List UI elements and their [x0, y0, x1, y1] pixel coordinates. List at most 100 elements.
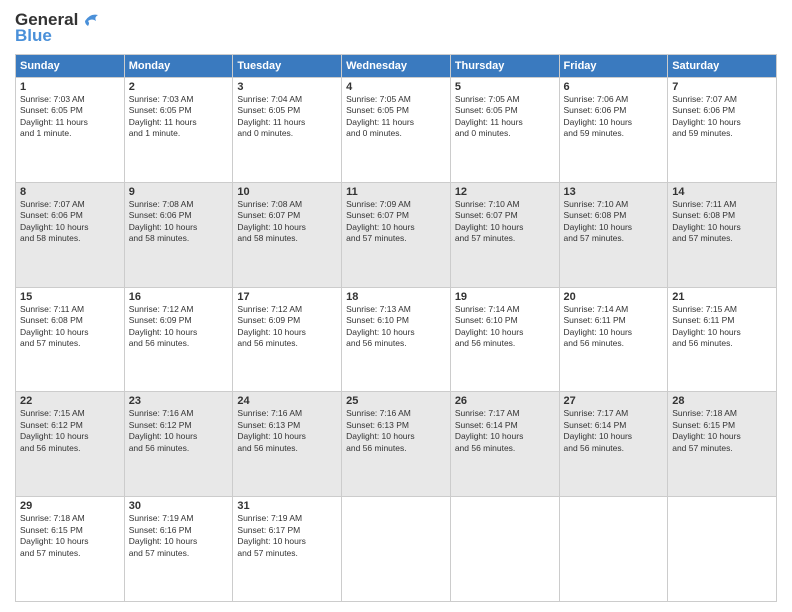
- week-row-5: 29Sunrise: 7:18 AMSunset: 6:15 PMDayligh…: [16, 497, 777, 602]
- day-cell: 4Sunrise: 7:05 AMSunset: 6:05 PMDaylight…: [342, 78, 451, 183]
- day-info: Sunrise: 7:05 AMSunset: 6:05 PMDaylight:…: [346, 94, 446, 140]
- day-cell: 16Sunrise: 7:12 AMSunset: 6:09 PMDayligh…: [124, 287, 233, 392]
- day-cell: 15Sunrise: 7:11 AMSunset: 6:08 PMDayligh…: [16, 287, 125, 392]
- day-number: 7: [672, 81, 772, 93]
- day-info: Sunrise: 7:15 AMSunset: 6:12 PMDaylight:…: [20, 408, 120, 454]
- day-cell: 21Sunrise: 7:15 AMSunset: 6:11 PMDayligh…: [668, 287, 777, 392]
- day-number: 16: [129, 291, 229, 303]
- day-number: 19: [455, 291, 555, 303]
- day-info: Sunrise: 7:12 AMSunset: 6:09 PMDaylight:…: [129, 304, 229, 350]
- week-row-1: 1Sunrise: 7:03 AMSunset: 6:05 PMDaylight…: [16, 78, 777, 183]
- day-header-tuesday: Tuesday: [233, 55, 342, 78]
- day-cell: 12Sunrise: 7:10 AMSunset: 6:07 PMDayligh…: [450, 182, 559, 287]
- day-cell: 26Sunrise: 7:17 AMSunset: 6:14 PMDayligh…: [450, 392, 559, 497]
- day-info: Sunrise: 7:17 AMSunset: 6:14 PMDaylight:…: [455, 408, 555, 454]
- day-header-monday: Monday: [124, 55, 233, 78]
- day-info: Sunrise: 7:11 AMSunset: 6:08 PMDaylight:…: [672, 199, 772, 245]
- day-number: 1: [20, 81, 120, 93]
- day-header-saturday: Saturday: [668, 55, 777, 78]
- day-info: Sunrise: 7:12 AMSunset: 6:09 PMDaylight:…: [237, 304, 337, 350]
- day-cell: 24Sunrise: 7:16 AMSunset: 6:13 PMDayligh…: [233, 392, 342, 497]
- day-cell: 9Sunrise: 7:08 AMSunset: 6:06 PMDaylight…: [124, 182, 233, 287]
- day-number: 13: [564, 186, 664, 198]
- day-cell: 6Sunrise: 7:06 AMSunset: 6:06 PMDaylight…: [559, 78, 668, 183]
- day-info: Sunrise: 7:03 AMSunset: 6:05 PMDaylight:…: [20, 94, 120, 140]
- day-info: Sunrise: 7:03 AMSunset: 6:05 PMDaylight:…: [129, 94, 229, 140]
- day-header-thursday: Thursday: [450, 55, 559, 78]
- day-number: 15: [20, 291, 120, 303]
- day-info: Sunrise: 7:10 AMSunset: 6:08 PMDaylight:…: [564, 199, 664, 245]
- logo-bird-icon: [80, 11, 102, 29]
- logo: General Blue: [15, 10, 102, 46]
- day-number: 14: [672, 186, 772, 198]
- day-cell: 7Sunrise: 7:07 AMSunset: 6:06 PMDaylight…: [668, 78, 777, 183]
- day-number: 12: [455, 186, 555, 198]
- day-cell: [342, 497, 451, 602]
- day-info: Sunrise: 7:13 AMSunset: 6:10 PMDaylight:…: [346, 304, 446, 350]
- day-number: 25: [346, 395, 446, 407]
- day-info: Sunrise: 7:19 AMSunset: 6:17 PMDaylight:…: [237, 513, 337, 559]
- day-header-wednesday: Wednesday: [342, 55, 451, 78]
- week-row-4: 22Sunrise: 7:15 AMSunset: 6:12 PMDayligh…: [16, 392, 777, 497]
- week-row-3: 15Sunrise: 7:11 AMSunset: 6:08 PMDayligh…: [16, 287, 777, 392]
- day-cell: 14Sunrise: 7:11 AMSunset: 6:08 PMDayligh…: [668, 182, 777, 287]
- day-info: Sunrise: 7:19 AMSunset: 6:16 PMDaylight:…: [129, 513, 229, 559]
- day-info: Sunrise: 7:16 AMSunset: 6:13 PMDaylight:…: [237, 408, 337, 454]
- day-cell: [668, 497, 777, 602]
- day-cell: [450, 497, 559, 602]
- day-number: 30: [129, 500, 229, 512]
- day-number: 28: [672, 395, 772, 407]
- logo-blue: Blue: [15, 26, 52, 46]
- day-cell: 8Sunrise: 7:07 AMSunset: 6:06 PMDaylight…: [16, 182, 125, 287]
- day-info: Sunrise: 7:18 AMSunset: 6:15 PMDaylight:…: [672, 408, 772, 454]
- day-number: 4: [346, 81, 446, 93]
- day-cell: 11Sunrise: 7:09 AMSunset: 6:07 PMDayligh…: [342, 182, 451, 287]
- day-cell: 2Sunrise: 7:03 AMSunset: 6:05 PMDaylight…: [124, 78, 233, 183]
- day-cell: 22Sunrise: 7:15 AMSunset: 6:12 PMDayligh…: [16, 392, 125, 497]
- day-number: 10: [237, 186, 337, 198]
- day-cell: 25Sunrise: 7:16 AMSunset: 6:13 PMDayligh…: [342, 392, 451, 497]
- day-number: 2: [129, 81, 229, 93]
- day-cell: 31Sunrise: 7:19 AMSunset: 6:17 PMDayligh…: [233, 497, 342, 602]
- day-number: 26: [455, 395, 555, 407]
- day-number: 3: [237, 81, 337, 93]
- day-cell: 19Sunrise: 7:14 AMSunset: 6:10 PMDayligh…: [450, 287, 559, 392]
- day-info: Sunrise: 7:14 AMSunset: 6:11 PMDaylight:…: [564, 304, 664, 350]
- day-info: Sunrise: 7:18 AMSunset: 6:15 PMDaylight:…: [20, 513, 120, 559]
- day-cell: 13Sunrise: 7:10 AMSunset: 6:08 PMDayligh…: [559, 182, 668, 287]
- day-number: 22: [20, 395, 120, 407]
- day-info: Sunrise: 7:05 AMSunset: 6:05 PMDaylight:…: [455, 94, 555, 140]
- week-row-2: 8Sunrise: 7:07 AMSunset: 6:06 PMDaylight…: [16, 182, 777, 287]
- day-number: 17: [237, 291, 337, 303]
- day-info: Sunrise: 7:11 AMSunset: 6:08 PMDaylight:…: [20, 304, 120, 350]
- header: General Blue: [15, 10, 777, 46]
- calendar-table: SundayMondayTuesdayWednesdayThursdayFrid…: [15, 54, 777, 602]
- day-info: Sunrise: 7:07 AMSunset: 6:06 PMDaylight:…: [20, 199, 120, 245]
- day-number: 6: [564, 81, 664, 93]
- day-info: Sunrise: 7:10 AMSunset: 6:07 PMDaylight:…: [455, 199, 555, 245]
- day-info: Sunrise: 7:16 AMSunset: 6:13 PMDaylight:…: [346, 408, 446, 454]
- day-number: 24: [237, 395, 337, 407]
- day-number: 23: [129, 395, 229, 407]
- day-info: Sunrise: 7:04 AMSunset: 6:05 PMDaylight:…: [237, 94, 337, 140]
- day-info: Sunrise: 7:14 AMSunset: 6:10 PMDaylight:…: [455, 304, 555, 350]
- day-cell: 30Sunrise: 7:19 AMSunset: 6:16 PMDayligh…: [124, 497, 233, 602]
- day-number: 20: [564, 291, 664, 303]
- day-number: 9: [129, 186, 229, 198]
- day-cell: 29Sunrise: 7:18 AMSunset: 6:15 PMDayligh…: [16, 497, 125, 602]
- day-cell: 27Sunrise: 7:17 AMSunset: 6:14 PMDayligh…: [559, 392, 668, 497]
- day-info: Sunrise: 7:17 AMSunset: 6:14 PMDaylight:…: [564, 408, 664, 454]
- day-cell: 10Sunrise: 7:08 AMSunset: 6:07 PMDayligh…: [233, 182, 342, 287]
- day-number: 8: [20, 186, 120, 198]
- day-cell: 5Sunrise: 7:05 AMSunset: 6:05 PMDaylight…: [450, 78, 559, 183]
- day-number: 21: [672, 291, 772, 303]
- day-info: Sunrise: 7:16 AMSunset: 6:12 PMDaylight:…: [129, 408, 229, 454]
- day-number: 27: [564, 395, 664, 407]
- day-info: Sunrise: 7:06 AMSunset: 6:06 PMDaylight:…: [564, 94, 664, 140]
- day-cell: 20Sunrise: 7:14 AMSunset: 6:11 PMDayligh…: [559, 287, 668, 392]
- day-header-friday: Friday: [559, 55, 668, 78]
- day-header-sunday: Sunday: [16, 55, 125, 78]
- day-number: 29: [20, 500, 120, 512]
- day-cell: 18Sunrise: 7:13 AMSunset: 6:10 PMDayligh…: [342, 287, 451, 392]
- day-cell: 1Sunrise: 7:03 AMSunset: 6:05 PMDaylight…: [16, 78, 125, 183]
